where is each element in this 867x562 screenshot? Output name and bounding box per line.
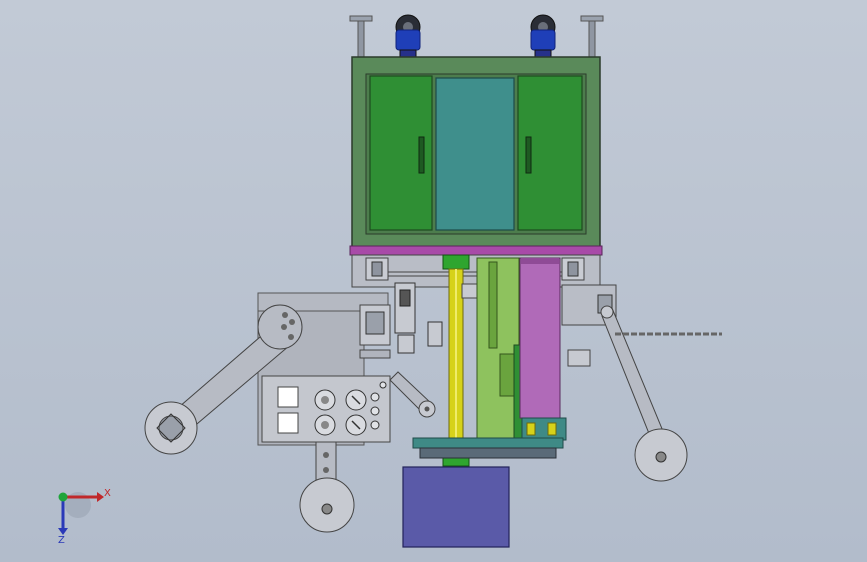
roller-left: [144, 401, 198, 455]
leveling-foot-left: [349, 15, 373, 58]
coordinate-triad[interactable]: X Z: [58, 488, 111, 546]
caster-wheel-left: [395, 14, 421, 58]
green-slide: [476, 257, 525, 439]
indicator-lamp: [370, 392, 380, 402]
cabinet: [351, 56, 601, 248]
z-axis-label: Z: [58, 535, 65, 546]
door-handle-left: [418, 136, 425, 174]
caster-wheel-right: [530, 14, 556, 58]
cabinet-window: [435, 77, 515, 231]
magenta-band: [349, 245, 603, 256]
motor-housing: [402, 466, 510, 548]
control-panel: [261, 375, 391, 443]
upper-frame: [351, 254, 601, 288]
cad-viewport[interactable]: X Z: [0, 0, 867, 562]
x-axis-label: X: [104, 488, 111, 499]
display-window: [277, 412, 299, 434]
roller-bottom: [299, 477, 355, 533]
roller-right: [634, 428, 688, 482]
leveling-foot-right: [580, 15, 604, 58]
base-plate: [412, 437, 564, 459]
door-handle-right: [525, 136, 532, 174]
display-window: [277, 386, 299, 408]
y-axis-dot: [58, 492, 68, 502]
indicator-lamp: [370, 406, 380, 416]
purple-slide: [519, 257, 567, 441]
machine-drawing: X Z: [58, 14, 722, 548]
link-arm: [389, 371, 436, 418]
indicator-lamp: [370, 420, 380, 430]
